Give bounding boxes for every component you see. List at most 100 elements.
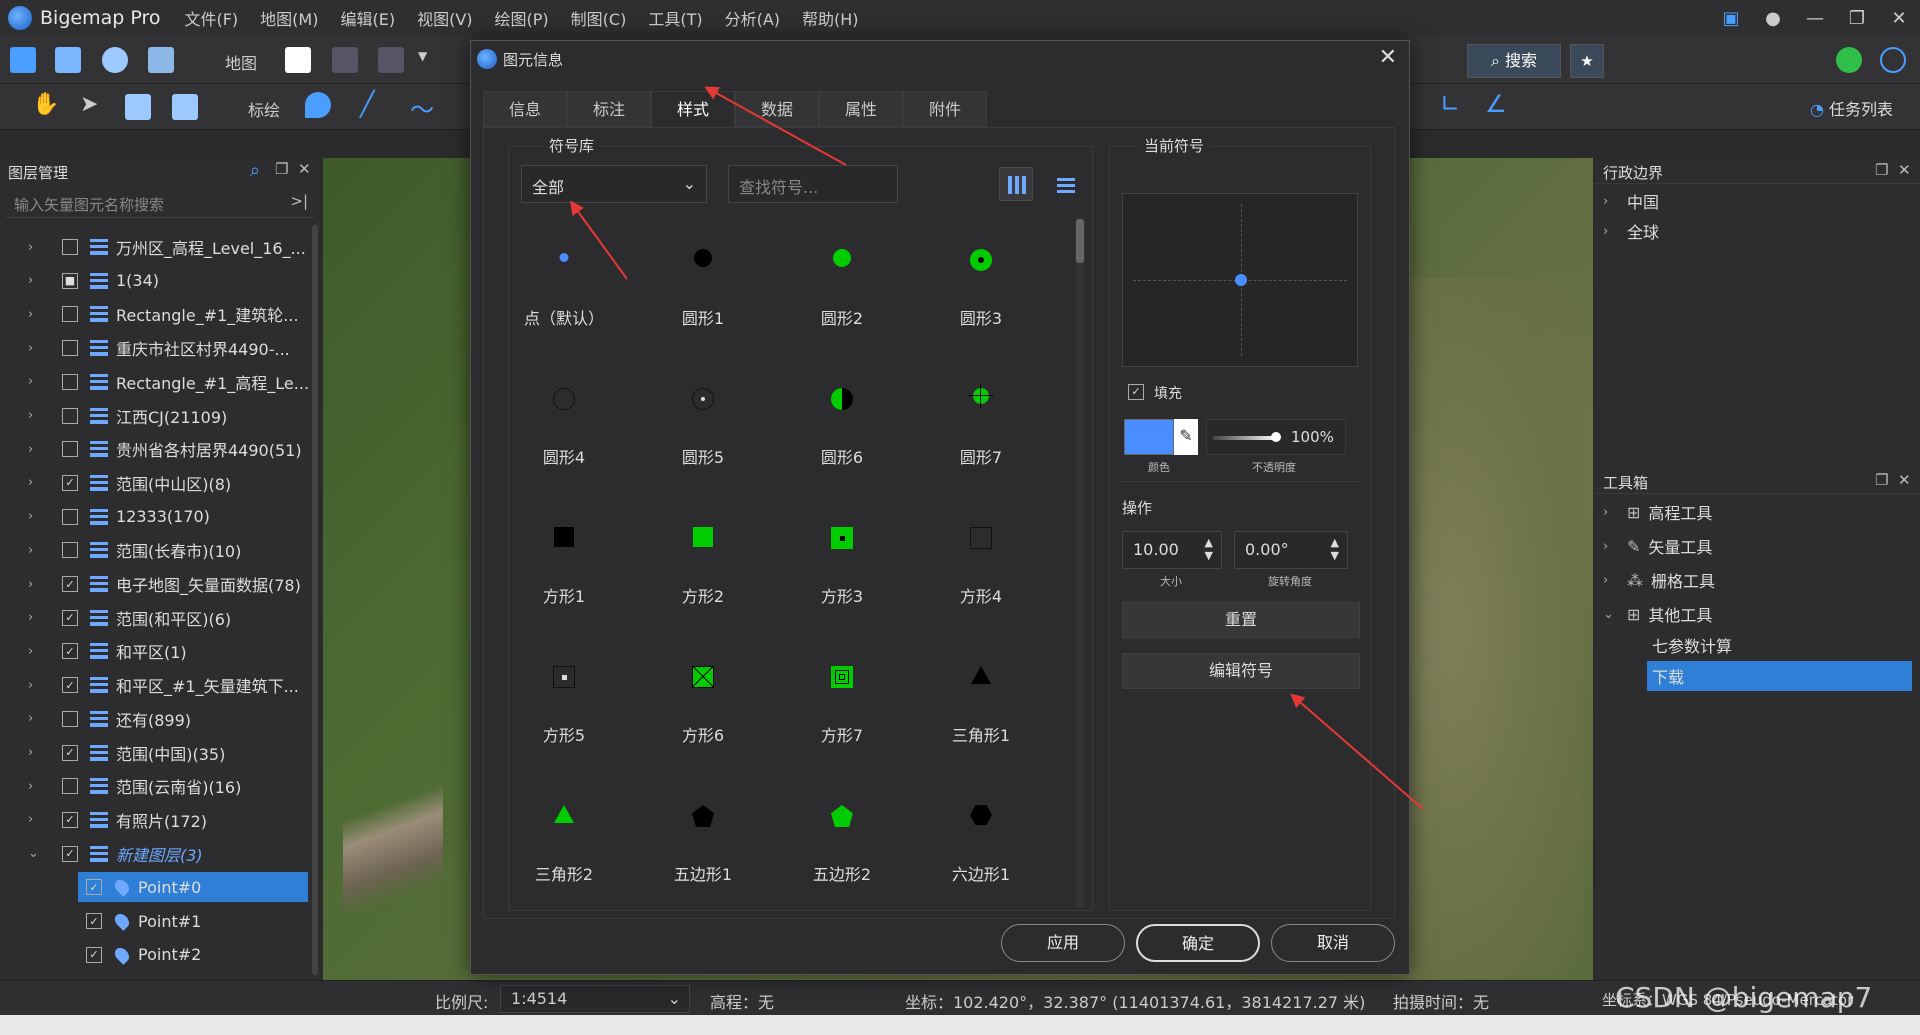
layer-checkbox[interactable] (62, 441, 78, 458)
menu-view[interactable]: 视图(V) (417, 6, 472, 30)
size-spinbox[interactable]: 10.00 ▲ ▼ (1122, 531, 1222, 569)
eyedropper-button[interactable]: ✎ (1174, 419, 1198, 455)
opacity-handle[interactable] (1271, 432, 1281, 442)
float-panel-icon[interactable]: ❐ (275, 160, 288, 178)
symbol-item[interactable]: 方形7 (782, 634, 902, 764)
tab-attributes[interactable]: 属性 (819, 91, 903, 127)
menu-file[interactable]: 文件(F) (184, 6, 238, 30)
tool-download[interactable]: 下载 (1647, 661, 1912, 691)
layer-checkbox[interactable] (62, 778, 78, 795)
open-folder-icon[interactable] (10, 47, 36, 73)
layer-row[interactable]: › Rectangle_#1_高程_Le... (0, 367, 310, 397)
menu-edit[interactable]: 编辑(E) (340, 6, 395, 30)
spin-arrows-icon[interactable]: ▲ ▼ (1331, 536, 1339, 562)
tab-attachments[interactable]: 附件 (903, 91, 987, 127)
chevron-right-icon[interactable]: › (28, 509, 48, 524)
chevron-right-icon[interactable]: › (28, 543, 48, 558)
symbol-scrollbar-thumb[interactable] (1076, 219, 1084, 263)
terrain-map-icon[interactable] (378, 47, 404, 73)
layer-search-input[interactable]: 输入矢量图元名称搜索 >| (6, 188, 314, 218)
angle-measure-icon[interactable]: ∟ (1440, 90, 1460, 118)
reset-button[interactable]: 重置 (1122, 602, 1360, 638)
layer-row[interactable]: › ✓ 范围(中山区)(8) (0, 468, 310, 498)
layer-row[interactable]: › 12333(170) (0, 502, 310, 532)
tool-other[interactable]: ⌄ ⊞ 其他工具 (1595, 599, 1920, 629)
symbol-item[interactable]: 点（默认） (509, 217, 624, 347)
chevron-down-icon[interactable]: ▼ (418, 49, 427, 63)
close-panel-icon[interactable]: ✕ (298, 160, 311, 178)
point-row[interactable]: ✓ Point#0 (78, 872, 308, 903)
line-draw-icon[interactable]: ╱ (360, 90, 374, 118)
close-window-icon[interactable]: ✕ (1878, 8, 1920, 29)
tool-seven-param[interactable]: 七参数计算 (1595, 630, 1920, 660)
symbol-item[interactable]: 六边形1 (921, 773, 1041, 903)
symbol-item[interactable]: 圆形4 (509, 356, 624, 486)
blank-map-icon[interactable] (285, 47, 311, 73)
symbol-item[interactable]: 五边形2 (782, 773, 902, 903)
layer-row[interactable]: › ■ 1(34) (0, 266, 310, 296)
symbol-item[interactable]: 圆形2 (782, 217, 902, 347)
menu-help[interactable]: 帮助(H) (802, 6, 859, 30)
chevron-right-icon[interactable]: › (28, 273, 48, 288)
search-button[interactable]: ⌕ 搜索 (1467, 44, 1561, 78)
layer-checkbox[interactable]: ✓ (62, 474, 78, 491)
layer-checkbox[interactable] (62, 542, 78, 559)
chat-icon[interactable]: ▣ (1710, 8, 1752, 29)
chevron-right-icon[interactable]: › (28, 711, 48, 726)
wechat-icon[interactable] (1836, 47, 1862, 73)
image-icon[interactable] (148, 47, 174, 73)
layer-row[interactable]: › 范围(长春市)(10) (0, 535, 310, 565)
chevron-right-icon[interactable]: › (28, 812, 48, 827)
symbol-item[interactable]: 圆形6 (782, 356, 902, 486)
symbol-item[interactable]: 方形1 (509, 495, 624, 625)
layer-row[interactable]: › ✓ 范围(和平区)(6) (0, 603, 310, 633)
angle-tool-icon[interactable]: ∠ (1485, 90, 1507, 118)
layer-row[interactable]: › 贵州省各村居界4490(51) (0, 434, 310, 464)
map-select-icon[interactable] (125, 94, 151, 120)
layer-checkbox[interactable]: ■ (62, 272, 78, 289)
point-checkbox[interactable]: ✓ (86, 879, 102, 896)
layer-checkbox[interactable]: ✓ (62, 677, 78, 694)
layer-scrollbar[interactable] (312, 225, 318, 975)
symbol-scrollbar[interactable] (1075, 217, 1085, 907)
symbol-item[interactable]: 三角形1 (921, 634, 1041, 764)
tool-elevation[interactable]: › ⊞ 高程工具 (1595, 497, 1920, 527)
marker-pin-icon[interactable] (305, 92, 331, 118)
layer-checkbox[interactable] (62, 710, 78, 727)
layer-row[interactable]: › 重庆市社区村界4490-... (0, 333, 310, 363)
point-row[interactable]: ✓ Point#1 (78, 906, 308, 936)
layer-row[interactable]: ⌄ ✓ 新建图层(3) (0, 839, 310, 869)
close-dialog-icon[interactable]: ✕ (1379, 45, 1397, 70)
satellite-map-icon[interactable] (332, 47, 358, 73)
edit-symbol-button[interactable]: 编辑符号 (1122, 653, 1360, 689)
symbol-item[interactable]: 方形4 (921, 495, 1041, 625)
layer-row[interactable]: › ✓ 和平区(1) (0, 636, 310, 666)
grid-view-button[interactable] (999, 167, 1033, 201)
cancel-button[interactable]: 取消 (1271, 924, 1395, 962)
chevron-right-icon[interactable]: › (28, 374, 48, 389)
layer-checkbox[interactable]: ✓ (62, 845, 78, 862)
symbol-item[interactable]: 圆形3 (921, 217, 1041, 347)
menu-map[interactable]: 地图(M) (260, 6, 318, 30)
layer-row[interactable]: › ✓ 有照片(172) (0, 805, 310, 835)
layer-checkbox[interactable]: ✓ (62, 609, 78, 626)
select-arrow-icon[interactable]: ➤ (80, 92, 98, 117)
minimize-icon[interactable]: — (1794, 8, 1836, 29)
symbol-item[interactable]: 圆形5 (643, 356, 763, 486)
close-panel-icon[interactable]: ✕ (1898, 471, 1911, 489)
heart-icon[interactable] (1880, 47, 1906, 73)
task-list-button[interactable]: ◔ 任务列表 (1810, 96, 1893, 120)
apply-button[interactable]: 应用 (1001, 924, 1125, 962)
admin-item-china[interactable]: › 中国 (1595, 186, 1920, 216)
layer-checkbox[interactable]: ✓ (62, 744, 78, 761)
chevron-right-icon[interactable]: › (28, 745, 48, 760)
chevron-right-icon[interactable]: › (28, 644, 48, 659)
layer-checkbox[interactable] (62, 373, 78, 390)
layer-row[interactable]: › 还有(899) (0, 704, 310, 734)
tab-label[interactable]: 标注 (567, 91, 651, 127)
chevron-right-icon[interactable]: › (28, 610, 48, 625)
tool-raster[interactable]: › ⁂ 栅格工具 (1595, 565, 1920, 595)
layer-row[interactable]: › ✓ 电子地图_矢量面数据(78) (0, 569, 310, 599)
favorite-button[interactable]: ★ (1570, 44, 1604, 78)
chevron-right-icon[interactable]: › (28, 240, 48, 255)
